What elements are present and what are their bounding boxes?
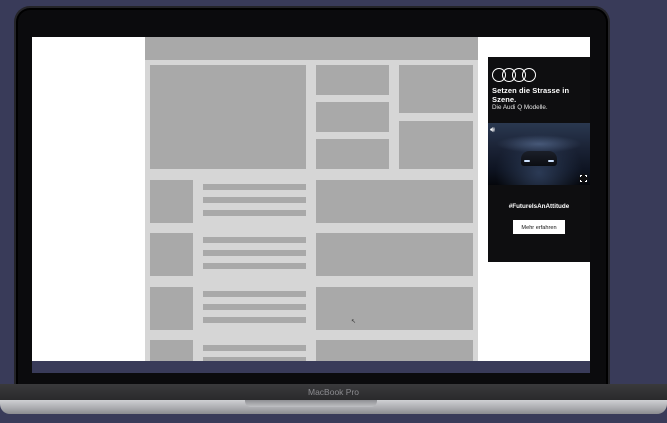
car-silhouette	[521, 151, 557, 166]
text-line-placeholder	[203, 304, 306, 310]
list-image-placeholder	[316, 180, 473, 223]
text-line-placeholder	[203, 250, 306, 256]
screen-bottom-strip	[32, 361, 590, 373]
mouse-cursor-icon: ↖	[351, 319, 357, 325]
text-line-placeholder	[203, 291, 306, 297]
audi-logo	[492, 68, 536, 82]
list-thumb-placeholder	[150, 233, 193, 276]
text-line-placeholder	[203, 184, 306, 190]
thumb-placeholder	[316, 65, 389, 95]
audi-ring	[522, 68, 536, 82]
ad-car-image: 🔊︎	[488, 123, 590, 185]
list-image-placeholder	[316, 287, 473, 330]
ad-subline: Die Audi Q Modelle.	[492, 104, 548, 111]
mehr-erfahren-button[interactable]: Mehr erfahren	[513, 220, 565, 234]
ad-headline: Setzen die Strasse in Szene.	[492, 86, 570, 104]
stage: Setzen die Strasse in Szene. Die Audi Q …	[0, 0, 667, 423]
ad-hashtag: #FutureIsAnAttitude	[508, 203, 570, 210]
header-placeholder	[145, 37, 478, 60]
laptop-screen: Setzen die Strasse in Szene. Die Audi Q …	[32, 37, 590, 373]
laptop-opening-notch	[245, 400, 377, 407]
speaker-icon[interactable]: 🔊︎	[490, 126, 495, 134]
thumb-placeholder	[399, 65, 473, 113]
thumb-placeholder	[316, 102, 389, 132]
text-line-placeholder	[203, 237, 306, 243]
macbook-model-label: MacBook Pro	[307, 387, 360, 397]
thumb-placeholder	[316, 139, 389, 169]
thumb-placeholder	[399, 121, 473, 169]
text-line-placeholder	[203, 317, 306, 323]
list-thumb-placeholder	[150, 180, 193, 223]
text-line-placeholder	[203, 345, 306, 351]
list-thumb-placeholder	[150, 287, 193, 330]
text-line-placeholder	[203, 197, 306, 203]
audi-ad-banner[interactable]: Setzen die Strasse in Szene. Die Audi Q …	[488, 57, 590, 262]
fullscreen-icon[interactable]	[579, 174, 588, 183]
list-image-placeholder	[316, 233, 473, 276]
hero-image-placeholder	[150, 65, 306, 169]
text-line-placeholder	[203, 263, 306, 269]
webpage-placeholder	[145, 37, 478, 370]
left-margin	[32, 37, 145, 361]
text-line-placeholder	[203, 210, 306, 216]
